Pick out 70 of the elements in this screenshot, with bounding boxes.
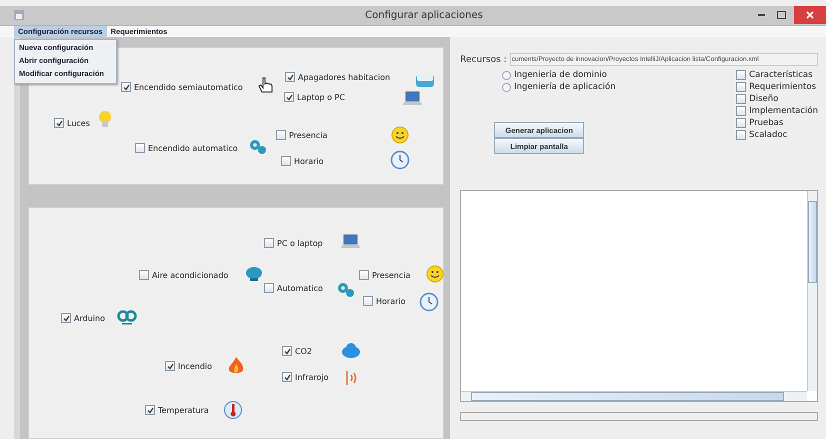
vertical-scrollbar[interactable] [807, 191, 817, 391]
maximize-icon [776, 11, 786, 20]
checkbox[interactable] [264, 238, 274, 248]
checkbox-label: Horario [376, 296, 406, 306]
checkbox[interactable] [736, 106, 746, 116]
checkbox[interactable] [281, 156, 291, 166]
checkbox-label: Automatico [277, 284, 323, 292]
clock-icon [419, 292, 439, 312]
checkbox-label: Scaladoc [749, 130, 788, 140]
checkbox[interactable] [736, 94, 746, 104]
radio-button[interactable] [502, 82, 512, 92]
checkbox[interactable] [165, 361, 175, 371]
checkbox-label: Horario [294, 156, 324, 166]
checkbox[interactable] [135, 143, 145, 153]
radio-label: Ingeniería de aplicación [514, 82, 616, 92]
air-conditioner-icon [244, 264, 264, 284]
checkbox-label: Arduino [74, 314, 105, 322]
checkbox-label: Apagadores habitacion [298, 72, 390, 82]
checkbox[interactable] [282, 372, 292, 382]
close-icon [806, 11, 814, 20]
checkbox-label: Diseño [749, 94, 778, 104]
radio-button[interactable] [502, 70, 512, 80]
gears-icon [248, 137, 268, 157]
clock-icon [390, 150, 410, 170]
checkbox[interactable] [285, 72, 295, 82]
checkbox-label: Laptop o PC [297, 92, 345, 102]
checkbox[interactable] [54, 118, 64, 128]
checkbox-label: Infrarojo [295, 372, 329, 382]
smiley-icon [425, 264, 445, 284]
checkbox[interactable] [736, 70, 746, 80]
checkbox-label: Encendido semiautomatico [134, 82, 243, 92]
checkbox-label: PC o laptop [277, 238, 323, 248]
checkbox-label: Presencia [372, 270, 410, 280]
checkbox-label: Requerimientos [749, 82, 816, 92]
close-button[interactable] [794, 6, 826, 24]
checkbox[interactable] [276, 130, 286, 140]
checkbox[interactable] [282, 346, 292, 356]
flame-icon [226, 356, 246, 376]
horizontal-scrollbar[interactable] [461, 391, 807, 401]
radio-label: Ingeniería de dominio [514, 70, 607, 80]
minimize-icon [758, 14, 764, 16]
checkbox[interactable] [284, 92, 294, 102]
checkbox-label: Encendido automatico [148, 144, 238, 152]
window-title: Configurar aplicaciones [364, 10, 484, 21]
thermometer-icon [223, 400, 243, 420]
checkbox-label: Aire acondicionado [152, 270, 228, 280]
checkbox[interactable] [145, 405, 155, 415]
checkbox-label: Incendio [178, 362, 212, 370]
checkbox[interactable] [61, 313, 71, 323]
app-icon [14, 10, 24, 20]
checkbox-label: Presencia [289, 130, 328, 140]
checkbox-label: Luces [67, 118, 90, 128]
checkbox[interactable] [736, 118, 746, 128]
smiley-icon [390, 125, 410, 145]
checkbox-label: CO2 [295, 346, 312, 356]
checkbox[interactable] [736, 130, 746, 140]
checkbox-label: Pruebas [749, 118, 784, 128]
checkbox[interactable] [139, 270, 149, 280]
checkbox[interactable] [264, 283, 274, 293]
checkbox[interactable] [363, 296, 373, 306]
co2-cloud-icon [341, 341, 361, 361]
checkbox-label: Temperatura [158, 406, 209, 414]
checkbox[interactable] [736, 82, 746, 92]
gears-icon [336, 280, 356, 300]
checkbox-label: Implementación [749, 106, 818, 116]
checkbox[interactable] [359, 270, 369, 280]
resources-label: Recursos : [460, 54, 507, 64]
checkbox[interactable] [121, 82, 131, 92]
output-text-area[interactable] [460, 190, 818, 402]
checkbox-label: Características [749, 70, 813, 80]
